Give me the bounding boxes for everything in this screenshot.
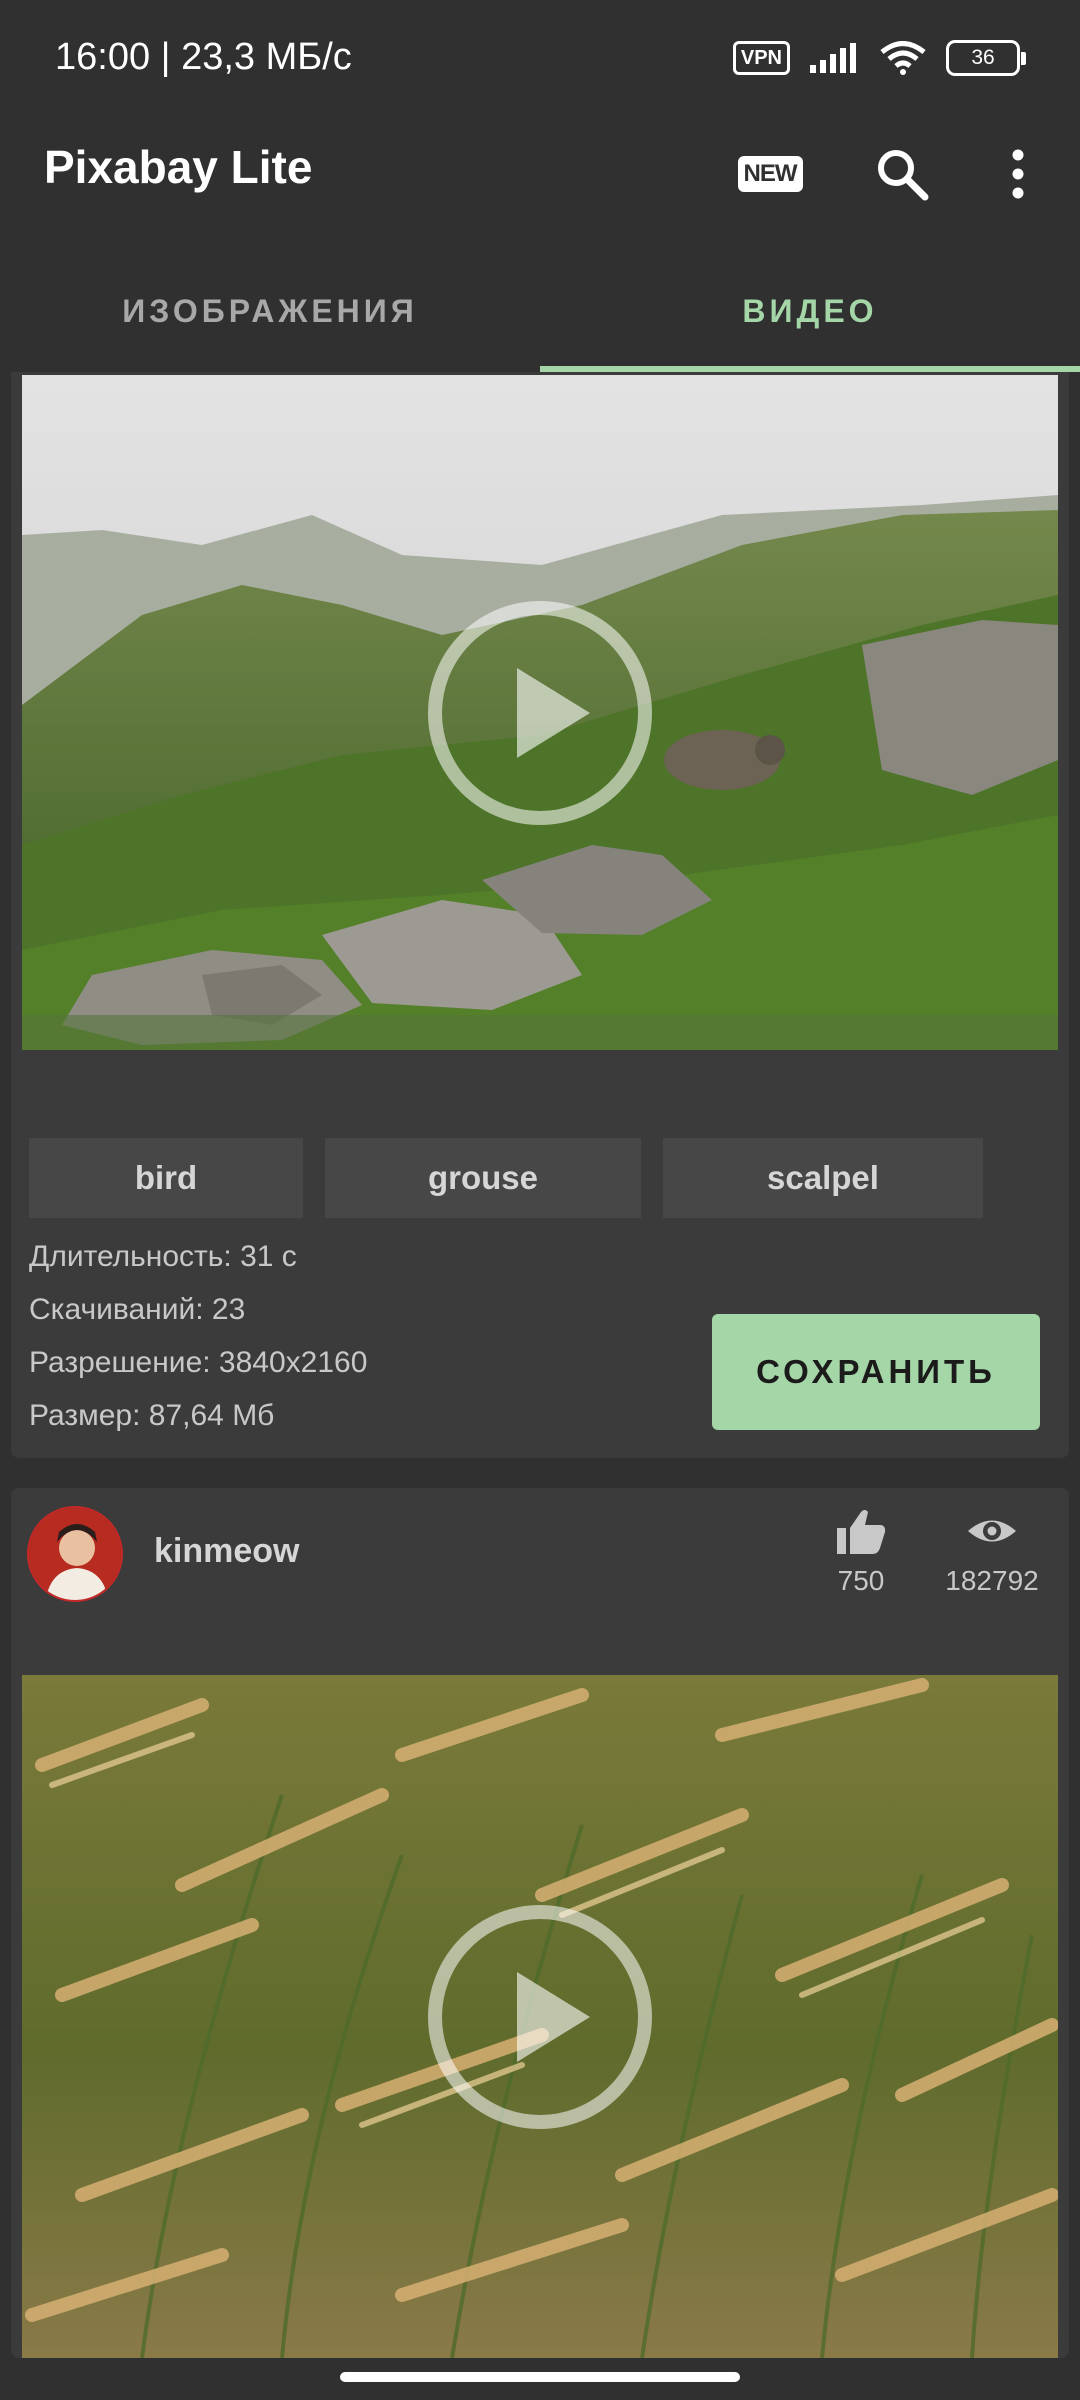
new-button[interactable]: NEW <box>730 134 810 214</box>
status-time: 16:00 | 23,3 МБ/с <box>55 36 352 78</box>
tab-images-label: ИЗОБРАЖЕНИЯ <box>122 292 418 329</box>
tag-list: bird grouse scalpel <box>29 1138 983 1218</box>
tag-chip[interactable]: scalpel <box>663 1138 983 1218</box>
resolution-text: Разрешение: 3840x2160 <box>29 1346 368 1379</box>
likes-count: 750 <box>837 1565 885 1596</box>
new-icon: NEW <box>737 156 803 192</box>
likes-stat: 750 <box>801 1508 921 1597</box>
signal-icon <box>810 43 856 73</box>
downloads-text: Скачиваний: 23 <box>29 1293 246 1326</box>
vpn-icon: VPN <box>732 41 790 75</box>
status-bar: 16:00 | 23,3 МБ/с VPN 36 <box>0 0 1080 118</box>
play-icon[interactable] <box>425 598 655 828</box>
tag-chip[interactable]: bird <box>29 1138 303 1218</box>
views-stat: 182792 <box>932 1508 1052 1597</box>
user-avatar-image <box>29 1508 121 1600</box>
tab-images[interactable]: ИЗОБРАЖЕНИЯ <box>0 250 540 372</box>
size-text: Размер: 87,64 Мб <box>29 1399 275 1432</box>
more-options-button[interactable] <box>978 134 1058 214</box>
tab-bar: ИЗОБРАЖЕНИЯ ВИДЕО <box>0 250 1080 372</box>
username[interactable]: kinmeow <box>154 1532 299 1571</box>
more-vert-icon <box>1012 149 1024 199</box>
video-card: kinmeow 750 182792 <box>11 1488 1069 2358</box>
save-button[interactable]: СОХРАНИТЬ <box>712 1314 1040 1430</box>
video-thumbnail[interactable] <box>22 1675 1058 2358</box>
duration-text: Длительность: 31 с <box>29 1240 297 1273</box>
play-icon[interactable] <box>425 1902 655 2132</box>
tab-video[interactable]: ВИДЕО <box>540 250 1080 372</box>
avatar[interactable] <box>27 1506 123 1602</box>
video-card: bird grouse scalpel Длительность: 31 с С… <box>11 372 1069 1458</box>
home-indicator[interactable] <box>340 2372 740 2382</box>
search-icon <box>878 150 929 201</box>
wifi-icon <box>880 41 926 75</box>
views-count: 182792 <box>945 1565 1039 1596</box>
battery-icon: 36 <box>946 40 1026 76</box>
tag-chip[interactable]: grouse <box>325 1138 641 1218</box>
video-thumbnail[interactable] <box>22 375 1058 1050</box>
thumb-up-icon[interactable] <box>835 1508 887 1554</box>
search-button[interactable] <box>862 134 942 214</box>
app-title: Pixabay Lite <box>44 141 313 193</box>
tab-video-label: ВИДЕО <box>742 292 878 329</box>
eye-icon <box>968 1520 1016 1542</box>
